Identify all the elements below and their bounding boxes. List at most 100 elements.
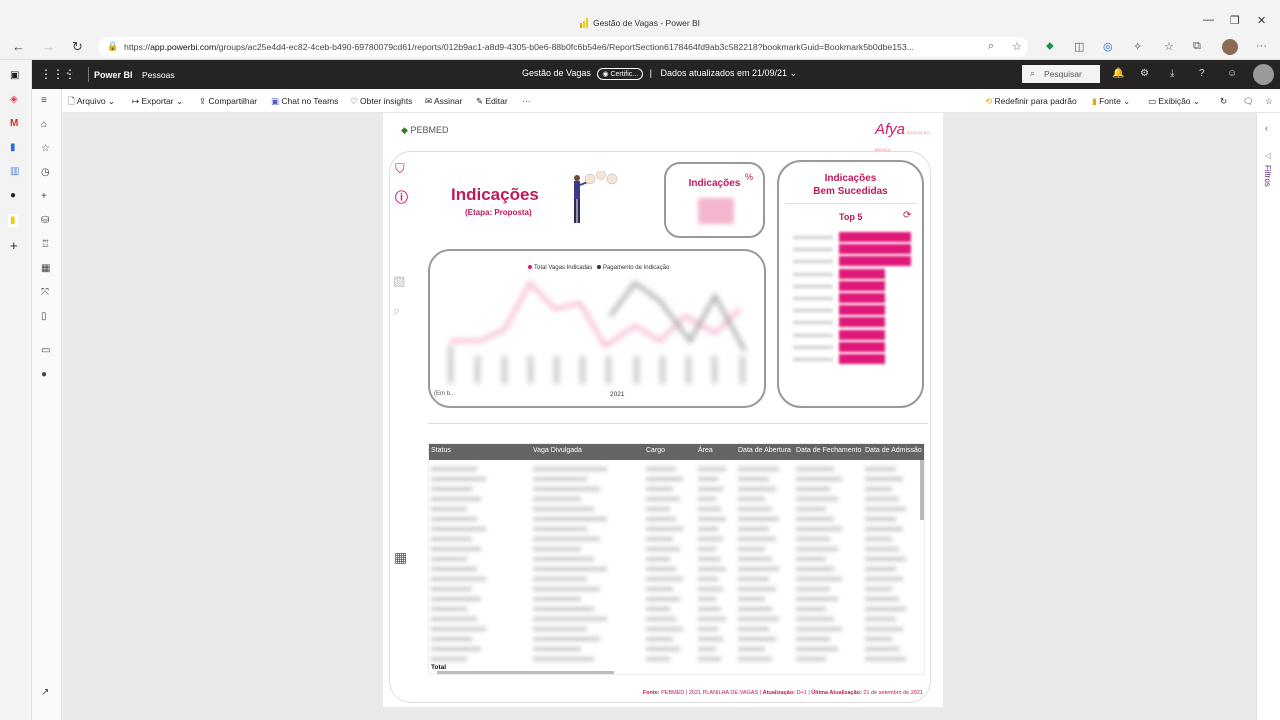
vertical-scrollbar[interactable]: [920, 460, 924, 520]
table-row[interactable]: [429, 634, 922, 644]
table-row[interactable]: [429, 484, 922, 494]
workspace-link[interactable]: Pessoas: [142, 70, 175, 80]
refresh-icon[interactable]: ↻: [72, 39, 83, 55]
table-row[interactable]: [429, 564, 922, 574]
favorites-icon[interactable]: ☆: [1164, 40, 1174, 53]
col-header-area[interactable]: Área: [698, 447, 713, 454]
table-view-icon[interactable]: ▦: [394, 549, 407, 566]
recent-icon[interactable]: ◷: [41, 167, 50, 178]
table-row[interactable]: [429, 644, 922, 654]
profile-avatar[interactable]: [1222, 39, 1238, 55]
top5-bar[interactable]: [839, 268, 886, 279]
download-icon[interactable]: ⤓: [1170, 68, 1174, 79]
analytics-icon[interactable]: ▮: [10, 142, 16, 153]
comment-icon[interactable]: 🗨: [1243, 96, 1254, 107]
back-icon[interactable]: ←: [12, 39, 25, 54]
table-row[interactable]: [429, 614, 922, 624]
collections-icon[interactable]: ⧉: [1193, 40, 1201, 53]
extension-icon[interactable]: ⬥: [1046, 40, 1054, 53]
table-row[interactable]: [429, 494, 922, 504]
table-row[interactable]: [429, 544, 922, 554]
col-header-vaga[interactable]: Vaga Divulgada: [533, 447, 582, 454]
edit-button[interactable]: ✎ Editar: [476, 96, 508, 107]
github-icon[interactable]: ●: [10, 190, 16, 201]
datasets-icon[interactable]: ⛁: [41, 215, 49, 226]
workspaces-icon[interactable]: ▭: [41, 345, 50, 356]
create-icon[interactable]: +: [41, 191, 47, 202]
table-row[interactable]: [429, 554, 922, 564]
extension-check-icon[interactable]: ◎: [1103, 40, 1113, 53]
top5-bar[interactable]: [839, 354, 886, 364]
col-header-status[interactable]: Status: [431, 447, 451, 454]
add-sidebar-icon[interactable]: +: [10, 238, 18, 253]
table-row[interactable]: [429, 504, 922, 514]
table-row[interactable]: [429, 584, 922, 594]
kpi-percent-icon[interactable]: %: [745, 172, 753, 182]
refresh-visuals-icon[interactable]: ↻: [1220, 96, 1227, 107]
tab-actions-icon[interactable]: ▣: [10, 70, 19, 81]
minimize-button[interactable]: —: [1203, 14, 1214, 26]
horizontal-scrollbar[interactable]: [437, 671, 614, 674]
top5-bar[interactable]: [839, 256, 911, 267]
view-menu[interactable]: ▭ Exibição ⌄: [1148, 96, 1200, 107]
col-header-cargo[interactable]: Cargo: [646, 447, 665, 454]
table-row[interactable]: [429, 574, 922, 584]
table-row[interactable]: [429, 594, 922, 604]
collapse-filters-icon[interactable]: ‹: [1265, 123, 1268, 133]
learn-icon[interactable]: ▯: [41, 311, 47, 322]
top5-bar[interactable]: [839, 293, 886, 303]
kpi-card[interactable]: Indicações %: [664, 162, 765, 238]
table-row[interactable]: [429, 534, 922, 544]
certified-badge[interactable]: ◉ Certific...: [597, 68, 644, 80]
col-header-fechamento[interactable]: Data de Fechamento: [796, 447, 861, 454]
apps-icon[interactable]: ▦: [41, 263, 50, 274]
col-header-admissao[interactable]: Data de Admissão: [865, 447, 922, 454]
hamburger-icon[interactable]: ≡: [41, 95, 47, 106]
chart-app-icon[interactable]: ▥: [10, 166, 19, 177]
help-icon[interactable]: ?: [1199, 68, 1205, 79]
share-button[interactable]: ⇪ Compartilhar: [199, 96, 257, 107]
favorite-add-icon[interactable]: ☆: [1012, 40, 1022, 53]
favorites-nav-icon[interactable]: ☆: [41, 143, 50, 154]
filter-icon[interactable]: ⛉: [395, 161, 405, 177]
magnifier-icon[interactable]: ⌕: [393, 303, 400, 319]
pocket-sidebar-icon[interactable]: ◈: [10, 94, 18, 105]
filters-pane[interactable]: ‹ ◁ Filtros: [1256, 113, 1280, 720]
shared-icon[interactable]: ⤧: [41, 287, 49, 298]
zoom-icon[interactable]: ⌕: [988, 40, 994, 53]
report-title-area[interactable]: Gestão de Vagas ◉ Certific... | Dados at…: [522, 68, 797, 80]
top5-bar[interactable]: [839, 329, 886, 340]
powerbi-brand[interactable]: Power BI: [94, 70, 133, 80]
browser-menu-icon[interactable]: ···: [1256, 40, 1267, 52]
feedback-icon[interactable]: ☺: [1227, 68, 1237, 79]
gmail-icon[interactable]: M: [10, 118, 18, 129]
address-bar[interactable]: 🔒 https://app.powerbi.com/groups/ac25e4d…: [98, 37, 1028, 57]
forward-icon[interactable]: →: [42, 39, 55, 54]
favorite-report-icon[interactable]: ☆: [1265, 96, 1273, 107]
top5-card[interactable]: Indicações Bem Sucedidas Top 5 ⟳: [777, 160, 924, 408]
settings-icon[interactable]: ⚙: [1140, 68, 1149, 79]
top5-bar[interactable]: [839, 305, 886, 316]
file-menu[interactable]: 🗋 Arquivo ⌄: [68, 96, 115, 110]
chart-image-icon[interactable]: ▧: [393, 273, 405, 289]
help-circle-icon[interactable]: ⓘ: [395, 187, 408, 206]
refresh-cycle-icon[interactable]: ⟳: [903, 210, 911, 221]
pocket-icon[interactable]: ◫: [1074, 40, 1084, 53]
home-icon[interactable]: ⌂: [41, 119, 47, 130]
top5-bar[interactable]: [839, 341, 886, 352]
powerbi-sidebar-icon[interactable]: ▮: [8, 214, 18, 227]
top5-bar[interactable]: [839, 232, 911, 242]
top5-bar[interactable]: [839, 244, 911, 255]
line-chart-card[interactable]: Total Vagas Indicadas Pagamento de Indic…: [428, 249, 766, 408]
table-row[interactable]: [429, 464, 922, 474]
table-row[interactable]: [429, 654, 922, 664]
table-row[interactable]: [429, 624, 922, 634]
workspace-avatar-icon[interactable]: ●: [41, 369, 47, 380]
more-options[interactable]: ···: [522, 96, 531, 106]
restore-button[interactable]: ❐: [1230, 14, 1240, 27]
source-menu[interactable]: ▮ Fonte ⌄: [1092, 96, 1130, 107]
reset-default-button[interactable]: ⟲ Redefinir para padrão: [985, 96, 1077, 107]
col-header-abertura[interactable]: Data de Abertura: [738, 447, 791, 454]
teams-chat-button[interactable]: ▣ Chat no Teams: [271, 96, 338, 107]
insights-button[interactable]: ♡ Obter insights: [350, 96, 412, 107]
